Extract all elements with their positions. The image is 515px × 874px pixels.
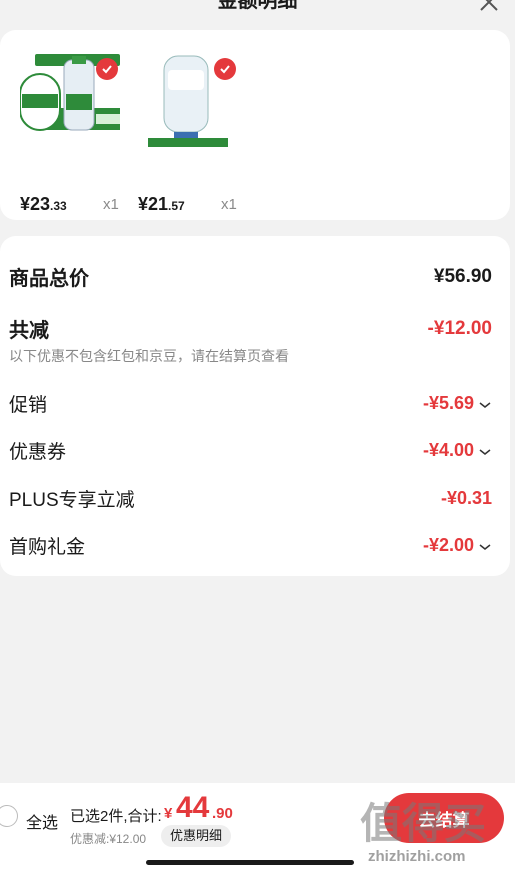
- product-item[interactable]: ¥23.33 x1: [19, 48, 132, 214]
- total-amount-dec: .90: [212, 805, 233, 822]
- watermark-url: zhizhizhi.com: [368, 848, 466, 865]
- product-image[interactable]: [19, 48, 120, 148]
- total-reduce-label: 共减: [9, 320, 49, 342]
- coupon-label: 优惠券: [9, 442, 67, 463]
- header: 金额明细: [0, 0, 515, 16]
- first-purchase-value: -¥2.00: [422, 535, 474, 555]
- goods-total-value: ¥56.90: [433, 265, 492, 287]
- watermark-logo: 值得买: [360, 800, 487, 847]
- discount-note: 以下优惠不包含红包和京豆，请在结算页查看: [9, 348, 289, 364]
- product-price: ¥23.33: [20, 194, 67, 214]
- home-indicator[interactable]: [146, 860, 354, 865]
- total-reduce-value: -¥12.00: [427, 317, 492, 339]
- select-all-radio[interactable]: [0, 805, 18, 827]
- total-amount-int: 44: [176, 791, 210, 824]
- selected-count-text: 已选2件,合计:: [70, 808, 162, 825]
- promo-label: 促销: [9, 395, 48, 416]
- promo-value: -¥5.69: [422, 393, 474, 413]
- page-title: 金额明细: [217, 0, 298, 12]
- checked-icon[interactable]: [96, 58, 118, 80]
- close-icon[interactable]: [477, 0, 501, 14]
- coupon-row[interactable]: 优惠券 -¥4.00: [9, 437, 492, 464]
- total-reduce-row: 共减 -¥12.00: [9, 314, 492, 343]
- summary-card: 商品总价 ¥56.90 共减 -¥12.00 以下优惠不包含红包和京豆，请在结算…: [0, 236, 510, 576]
- coupon-value: -¥4.00: [422, 440, 474, 460]
- first-purchase-row[interactable]: 首购礼金 -¥2.00: [9, 532, 492, 559]
- chevron-down-icon[interactable]: [478, 542, 492, 552]
- goods-total-row: 商品总价 ¥56.90: [9, 262, 492, 291]
- discount-text: 优惠减:¥12.00: [70, 832, 147, 846]
- total-currency: ¥: [164, 805, 173, 822]
- chevron-down-icon[interactable]: [478, 400, 492, 410]
- select-all-label[interactable]: 全选: [26, 809, 58, 833]
- promo-row[interactable]: 促销 -¥5.69: [9, 390, 492, 417]
- product-card: ¥23.33 x1 ¥21.57 x1: [0, 30, 510, 220]
- discount-detail-button[interactable]: 优惠明细: [161, 825, 232, 847]
- plus-row: PLUS专享立减 -¥0.31: [9, 485, 492, 512]
- plus-value: -¥0.31: [440, 488, 492, 508]
- product-image[interactable]: [138, 48, 236, 148]
- checked-icon[interactable]: [214, 58, 236, 80]
- chevron-down-icon[interactable]: [478, 447, 492, 457]
- product-price: ¥21.57: [138, 194, 185, 214]
- product-quantity: x1: [103, 196, 119, 213]
- product-quantity: x1: [221, 196, 237, 213]
- product-item[interactable]: ¥21.57 x1: [138, 48, 250, 214]
- plus-label: PLUS专享立减: [9, 490, 135, 511]
- first-purchase-label: 首购礼金: [9, 537, 86, 558]
- goods-total-label: 商品总价: [9, 268, 89, 290]
